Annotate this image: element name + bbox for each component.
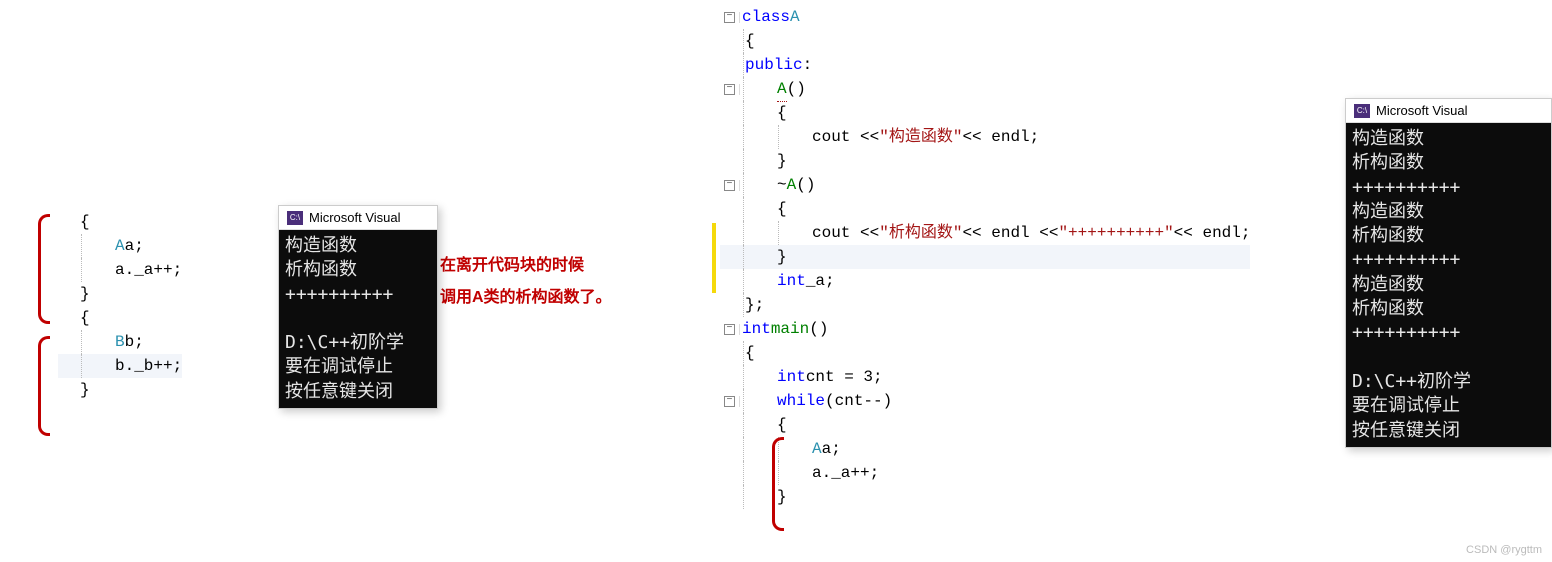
console-titlebar[interactable]: C:\ Microsoft Visual	[279, 206, 437, 230]
code-line: {	[58, 210, 182, 234]
console-output: 构造函数 析构函数 ++++++++++ 构造函数 析构函数 +++++++++…	[1346, 123, 1551, 447]
cmd-icon: C:\	[1354, 104, 1370, 118]
fold-icon[interactable]: −	[724, 12, 735, 23]
code-line: {	[720, 197, 1250, 221]
code-line: −~A()	[720, 173, 1250, 197]
code-line: b._b++;	[58, 354, 182, 378]
console-output: 构造函数 析构函数 ++++++++++ D:\C++初阶学 要在调试停止 按任…	[279, 230, 437, 408]
code-line: {	[720, 341, 1250, 365]
center-code-editor: −class A { public: −A() { cout << "构造函数"…	[720, 5, 1250, 509]
code-line: {	[720, 101, 1250, 125]
fold-icon[interactable]: −	[724, 396, 735, 407]
console-window-1: C:\ Microsoft Visual 构造函数 析构函数 +++++++++…	[278, 205, 438, 409]
code-line: −int main()	[720, 317, 1250, 341]
fold-icon[interactable]: −	[724, 324, 735, 335]
left-code-editor: { A a; a._a++; } { B b; b._b++; }	[40, 210, 182, 402]
cmd-icon: C:\	[287, 211, 303, 225]
code-line: {	[720, 29, 1250, 53]
code-line: int _a;	[720, 269, 1250, 293]
code-line: cout << "构造函数" << endl;	[720, 125, 1250, 149]
code-line: cout << "析构函数" << endl << "++++++++++" <…	[720, 221, 1250, 245]
code-line: −while(cnt--)	[720, 389, 1250, 413]
code-line: A a;	[58, 234, 182, 258]
code-line: a._a++;	[58, 258, 182, 282]
code-line: int cnt = 3;	[720, 365, 1250, 389]
code-line: }	[720, 245, 1250, 269]
code-line: }	[720, 485, 1250, 509]
fold-icon[interactable]: −	[724, 84, 735, 95]
code-line: }	[58, 378, 182, 402]
console-title-text: Microsoft Visual	[1376, 103, 1468, 118]
code-line: }	[58, 282, 182, 306]
code-line: {	[720, 413, 1250, 437]
console-title-text: Microsoft Visual	[309, 210, 401, 225]
brace-annotation-1	[38, 214, 50, 324]
brace-annotation-3	[772, 437, 784, 531]
code-line: −A()	[720, 77, 1250, 101]
change-marker	[712, 223, 716, 293]
code-line: a._a++;	[720, 461, 1250, 485]
annotation-text: 在离开代码块的时候 调用A类的析构函数了。	[440, 250, 612, 314]
annotation-line: 调用A类的析构函数了。	[440, 282, 612, 314]
code-line: B b;	[58, 330, 182, 354]
code-line: }	[720, 149, 1250, 173]
code-line: public:	[720, 53, 1250, 77]
code-line: −class A	[720, 5, 1250, 29]
code-line: {	[58, 306, 182, 330]
watermark: CSDN @rygttm	[1466, 544, 1542, 556]
code-line: A a;	[720, 437, 1250, 461]
console-window-2: C:\ Microsoft Visual 构造函数 析构函数 +++++++++…	[1345, 98, 1552, 448]
code-line: };	[720, 293, 1250, 317]
brace-annotation-2	[38, 336, 50, 436]
console-titlebar[interactable]: C:\ Microsoft Visual	[1346, 99, 1551, 123]
annotation-line: 在离开代码块的时候	[440, 250, 612, 282]
fold-icon[interactable]: −	[724, 180, 735, 191]
